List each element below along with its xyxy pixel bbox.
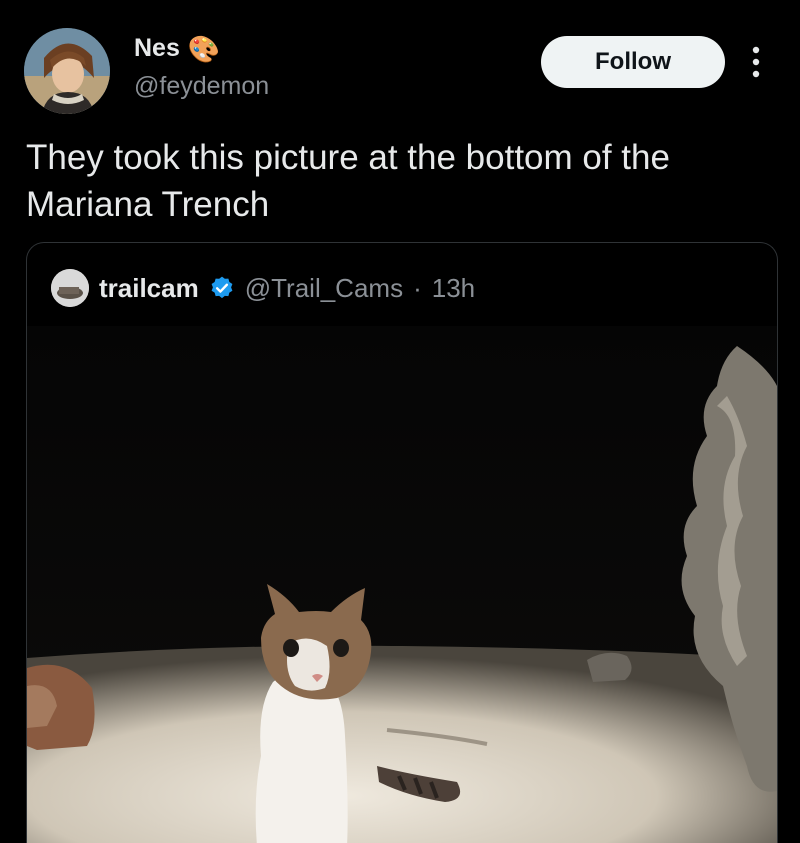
post-text: They took this picture at the bottom of … (26, 138, 670, 224)
quoted-photo[interactable] (27, 326, 777, 843)
follow-button[interactable]: Follow (541, 36, 725, 88)
quoted-timestamp[interactable]: 13h (432, 273, 475, 304)
quoted-author-avatar[interactable] (51, 269, 89, 307)
trailcam-photo-cat-on-sand (27, 326, 777, 843)
quoted-author-name[interactable]: trailcam (99, 273, 199, 304)
tweet-card: Nes 🎨 @feydemon Follow They took this pi… (0, 0, 800, 843)
palette-emoji: 🎨 (187, 33, 221, 64)
author-name-row[interactable]: Nes 🎨 (134, 34, 220, 63)
quoted-author-handle[interactable]: @Trail_Cams (245, 273, 403, 304)
quoted-tweet[interactable]: trailcam @Trail_Cams · 13h (26, 242, 778, 843)
author-display-name[interactable]: Nes (134, 34, 180, 63)
author-handle[interactable]: @feydemon (134, 72, 269, 101)
quoted-header: trailcam @Trail_Cams · 13h (51, 269, 475, 307)
verified-badge-icon (209, 275, 235, 301)
more-options-icon[interactable] (746, 44, 766, 80)
meta-separator: · (413, 272, 422, 303)
avatar-illustration (24, 28, 110, 114)
author-avatar[interactable] (24, 28, 110, 114)
